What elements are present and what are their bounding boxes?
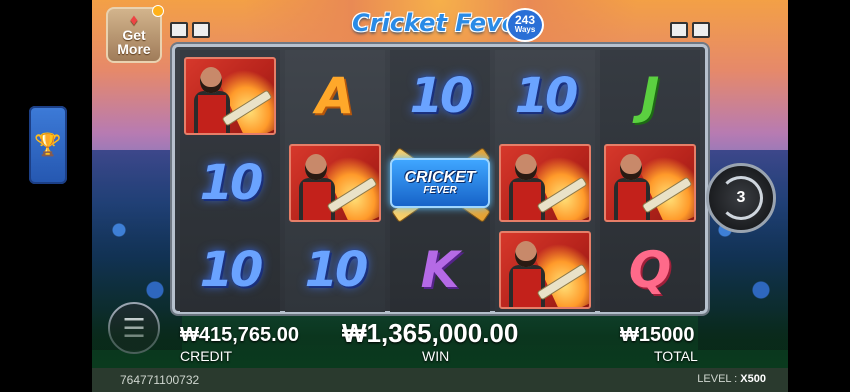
floodlight-icon	[670, 22, 688, 38]
reel-3: 10 CRICKET FEVER K	[390, 50, 491, 313]
player-head-shape	[620, 154, 642, 180]
cricketer-symbol	[604, 144, 696, 222]
player-jersey-shape	[513, 269, 541, 307]
reel-frame: 10 10 A 10 10 CRICKET FEVER K 10 J Q	[172, 44, 708, 314]
get-more-label-line2: More	[117, 41, 151, 57]
reel-2-cell-3: 10	[285, 227, 385, 313]
symbol-10: 10	[199, 155, 264, 211]
credit-label: CREDIT	[180, 348, 233, 364]
reel-1-cell-1	[180, 53, 280, 139]
cricketer-symbol	[499, 144, 591, 222]
symbol-10: 10	[409, 68, 474, 124]
cricketer-symbol	[499, 231, 591, 309]
trophy-icon: 🏆	[34, 132, 62, 157]
player-jersey-shape	[303, 182, 331, 220]
total-bet-label: TOTAL	[654, 348, 698, 364]
reel-4: 10	[495, 50, 595, 312]
player-head-shape	[305, 154, 327, 180]
reel-3-cell-1: 10	[390, 53, 490, 139]
ways-number: 243	[514, 13, 536, 27]
win-label: WIN	[422, 348, 450, 364]
credit-value: ₩415,765.00	[180, 324, 299, 346]
level-label: LEVEL :	[697, 373, 738, 385]
info-bar: 764771100732 LEVEL : X500	[92, 368, 788, 392]
symbol-10: 10	[514, 68, 579, 124]
reel-2: A 10	[285, 50, 385, 312]
reel-1-cell-3: 10	[180, 227, 280, 313]
leaderboard-button[interactable]: 🏆	[29, 106, 67, 184]
player-jersey-shape	[513, 182, 541, 220]
player-jersey-shape	[198, 95, 226, 133]
game-stage: Cricket Fever 243 Ways ♦ Get More 10 10 A 1…	[92, 0, 788, 392]
logo-title: Cricket Fever	[352, 9, 530, 37]
player-head-shape	[515, 154, 537, 180]
gift-icon: ♦	[129, 12, 139, 29]
symbol-a: A	[315, 67, 355, 125]
reel-1-cell-2: 10	[180, 140, 280, 226]
get-more-label-line1: Get	[122, 27, 146, 43]
round-id: 764771100732	[120, 373, 200, 387]
cricketer-symbol	[184, 57, 276, 135]
reel-5: JQ	[600, 50, 700, 312]
level-indicator: LEVEL : X500	[697, 373, 766, 385]
cricketer-symbol	[289, 144, 381, 222]
level-value: X500	[740, 373, 766, 385]
floodlight-icon	[170, 22, 188, 38]
symbol-10: 10	[199, 242, 264, 298]
notification-dot	[152, 5, 164, 17]
wild-badge: CRICKET FEVER	[390, 158, 490, 208]
reel-2-cell-2	[285, 140, 385, 226]
player-head-shape	[200, 67, 222, 93]
ways-label: Ways	[514, 25, 536, 34]
floodlight-icon	[692, 22, 710, 38]
wild-subtitle: FEVER	[423, 185, 457, 196]
reel-4-cell-3	[495, 227, 595, 313]
ways-badge: 243 Ways	[506, 8, 544, 42]
player-jersey-shape	[618, 182, 646, 220]
floodlight-icon	[192, 22, 210, 38]
reel-4-cell-2	[495, 140, 595, 226]
player-head-shape	[515, 241, 537, 267]
symbol-j: J	[640, 67, 660, 125]
total-bet-value: ₩15000	[620, 324, 695, 346]
reel-2-cell-1: A	[285, 53, 385, 139]
spin-button[interactable]: 3	[706, 163, 776, 233]
reel-5-cell-3: Q	[600, 227, 700, 313]
reel-1: 10 10	[180, 50, 280, 312]
symbol-10: 10	[304, 242, 369, 298]
auto-spin-ring-icon	[719, 176, 763, 220]
reel-4-cell-1: 10	[495, 53, 595, 139]
reel-5-cell-1: J	[600, 53, 700, 139]
reel-3-cell-3: K	[390, 227, 490, 313]
win-value: ₩1,365,000.00	[342, 318, 519, 348]
reel-5-cell-2	[600, 140, 700, 226]
symbol-q: Q	[628, 241, 672, 299]
wild-title: CRICKET	[404, 169, 476, 186]
reel-3-cell-2: CRICKET FEVER	[390, 140, 491, 226]
symbol-k: K	[420, 241, 460, 299]
get-more-button[interactable]: ♦ Get More	[106, 5, 164, 63]
wild-symbol: CRICKET FEVER	[390, 140, 491, 226]
